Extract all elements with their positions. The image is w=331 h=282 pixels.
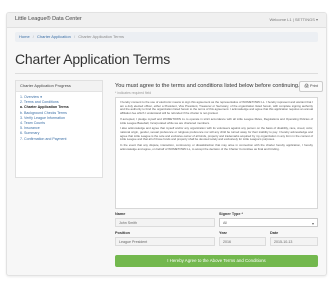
terms-paragraph: If accepted, I pledge myself and WOMETOW… [120,116,313,125]
sidebar-heading: Charter Application Progress [16,81,102,92]
app-title: Little League® Data Center [15,16,82,22]
terms-paragraph: In the event that any dispute, interacti… [120,143,313,151]
terms-instruction: You must agree to the terms and conditio… [115,83,300,89]
progress-sidebar: Charter Application Progress 1. Overview… [15,80,103,178]
position-field: League President [115,237,215,246]
agree-button[interactable]: I Hereby Agree to the Above Terms and Co… [115,255,318,267]
breadcrumb-charter-application[interactable]: Charter Application [37,34,71,39]
date-field: 2015-10-13 [270,237,318,246]
name-label: Name [115,212,126,216]
breadcrumb-current: Charter Application Terms [78,34,124,39]
year-label: Year [219,231,228,235]
page-title: Charter Application Terms [15,51,171,67]
breadcrumb: Home / Charter Application / Charter App… [15,32,318,42]
name-field: John Smith [115,218,215,227]
required-note: * indicates required field [115,91,152,95]
main-content: You must agree to the terms and conditio… [110,80,323,275]
position-label: Position [115,231,130,235]
breadcrumb-home[interactable]: Home [19,34,30,39]
progress-steps: 1. Overview ● 2. Terms and Conditions a.… [16,92,102,145]
signer-type-select[interactable]: All ▾ [219,218,318,227]
app-window: Little League® Data Center Welcome L1 | … [6,12,327,276]
breadcrumb-separator: / [32,34,34,39]
terms-paragraph: I hereby consent to the use of electroni… [120,100,313,116]
breadcrumb-separator: / [73,34,76,39]
terms-paragraph: I also acknowledge and agree that myself… [120,126,313,142]
step-confirmation-and-payment[interactable]: 7. Confirmation and Payment [20,137,98,142]
print-button[interactable]: 🖨 Print [299,81,323,92]
title-divider [15,73,318,74]
user-menu-link[interactable]: Welcome L1 | SETTINGS ▾ [269,17,318,22]
year-field: 2016 [219,237,266,246]
date-label: Date [270,231,279,235]
terms-text-box[interactable]: I hereby consent to the use of electroni… [115,97,318,209]
chevron-down-icon: ▾ [311,221,314,226]
signer-type-value: All [223,221,227,225]
top-bar: Little League® Data Center Welcome L1 | … [7,13,326,28]
signer-type-label: Signer Type * [219,212,243,216]
